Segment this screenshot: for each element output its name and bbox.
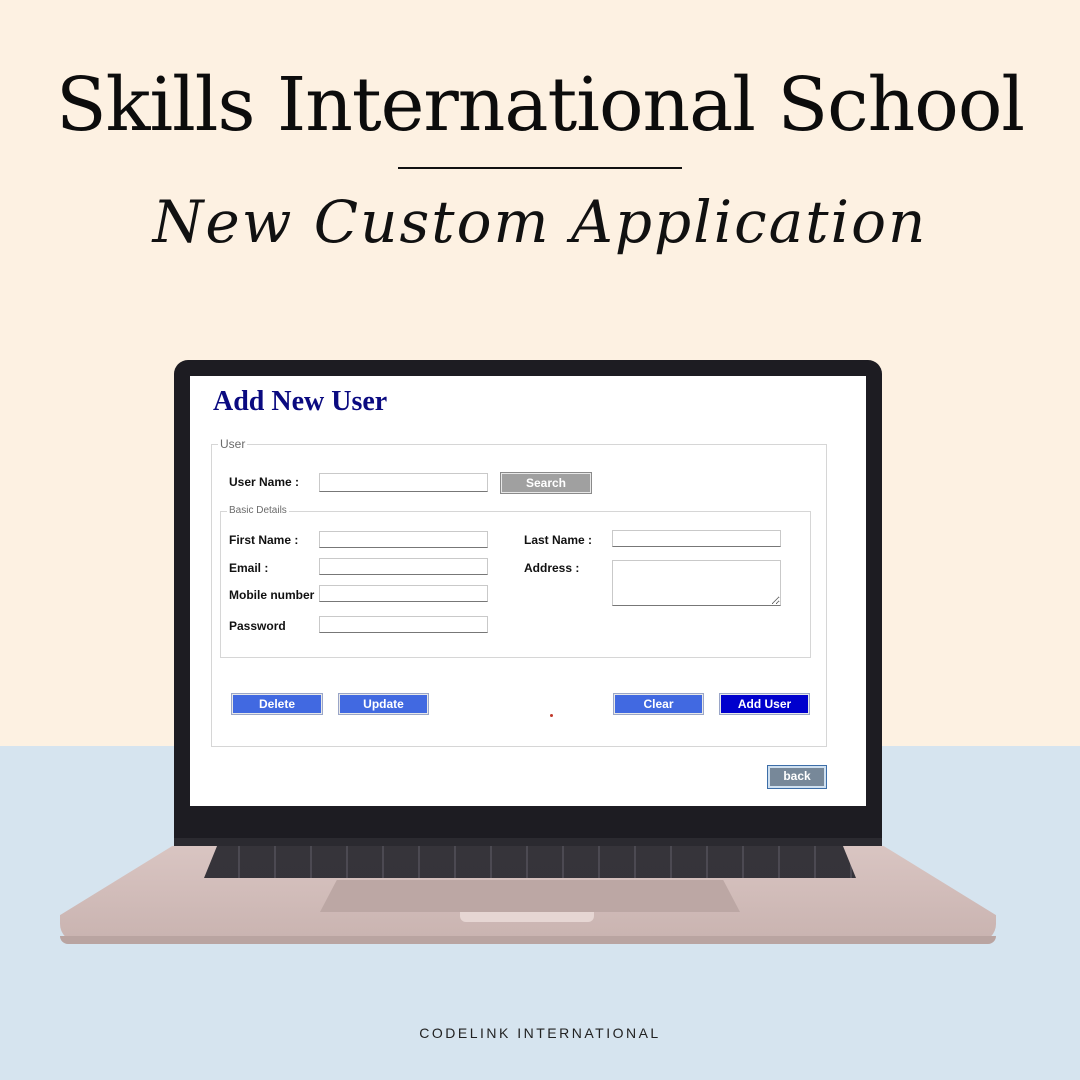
email-label: Email : (229, 561, 269, 575)
username-label: User Name : (229, 475, 300, 489)
laptop-lip (460, 912, 594, 922)
mobile-number-input[interactable] (319, 585, 488, 602)
search-button[interactable]: Search (500, 472, 592, 494)
password-label: Password (229, 619, 286, 633)
page-title: Add New User (213, 386, 388, 417)
back-button[interactable]: back (767, 765, 827, 789)
laptop-keyboard (204, 846, 856, 878)
address-label: Address : (524, 561, 580, 575)
basic-details-groupbox: Basic Details First Name : Email : Mobil… (220, 505, 811, 658)
password-input[interactable] (319, 616, 488, 633)
address-textarea[interactable] (612, 560, 781, 606)
user-groupbox: User User Name : Search Basic Details Fi… (211, 437, 827, 747)
mobile-number-label: Mobile number (229, 588, 315, 602)
basic-details-legend: Basic Details (227, 505, 289, 516)
last-name-label: Last Name : (524, 533, 593, 547)
poster-headline: Skills International School (55, 62, 1025, 148)
laptop-trackpad (320, 880, 740, 912)
user-groupbox-legend: User (218, 437, 248, 451)
update-button[interactable]: Update (338, 693, 429, 715)
first-name-label: First Name : (229, 533, 299, 547)
email-input[interactable] (319, 558, 488, 575)
delete-button[interactable]: Delete (231, 693, 323, 715)
clear-button[interactable]: Clear (613, 693, 704, 715)
headline-divider (398, 167, 682, 169)
username-input[interactable] (319, 473, 488, 492)
status-dot (550, 714, 553, 717)
laptop-base-edge (60, 936, 996, 944)
laptop-hinge (174, 838, 882, 846)
app-window: Add New User User User Name : Search Bas… (190, 376, 866, 806)
add-user-button[interactable]: Add User (719, 693, 810, 715)
footer-brand: CODELINK INTERNATIONAL (419, 1025, 661, 1041)
first-name-input[interactable] (319, 531, 488, 548)
poster-subhead: New Custom Application (152, 188, 928, 256)
last-name-input[interactable] (612, 530, 781, 547)
